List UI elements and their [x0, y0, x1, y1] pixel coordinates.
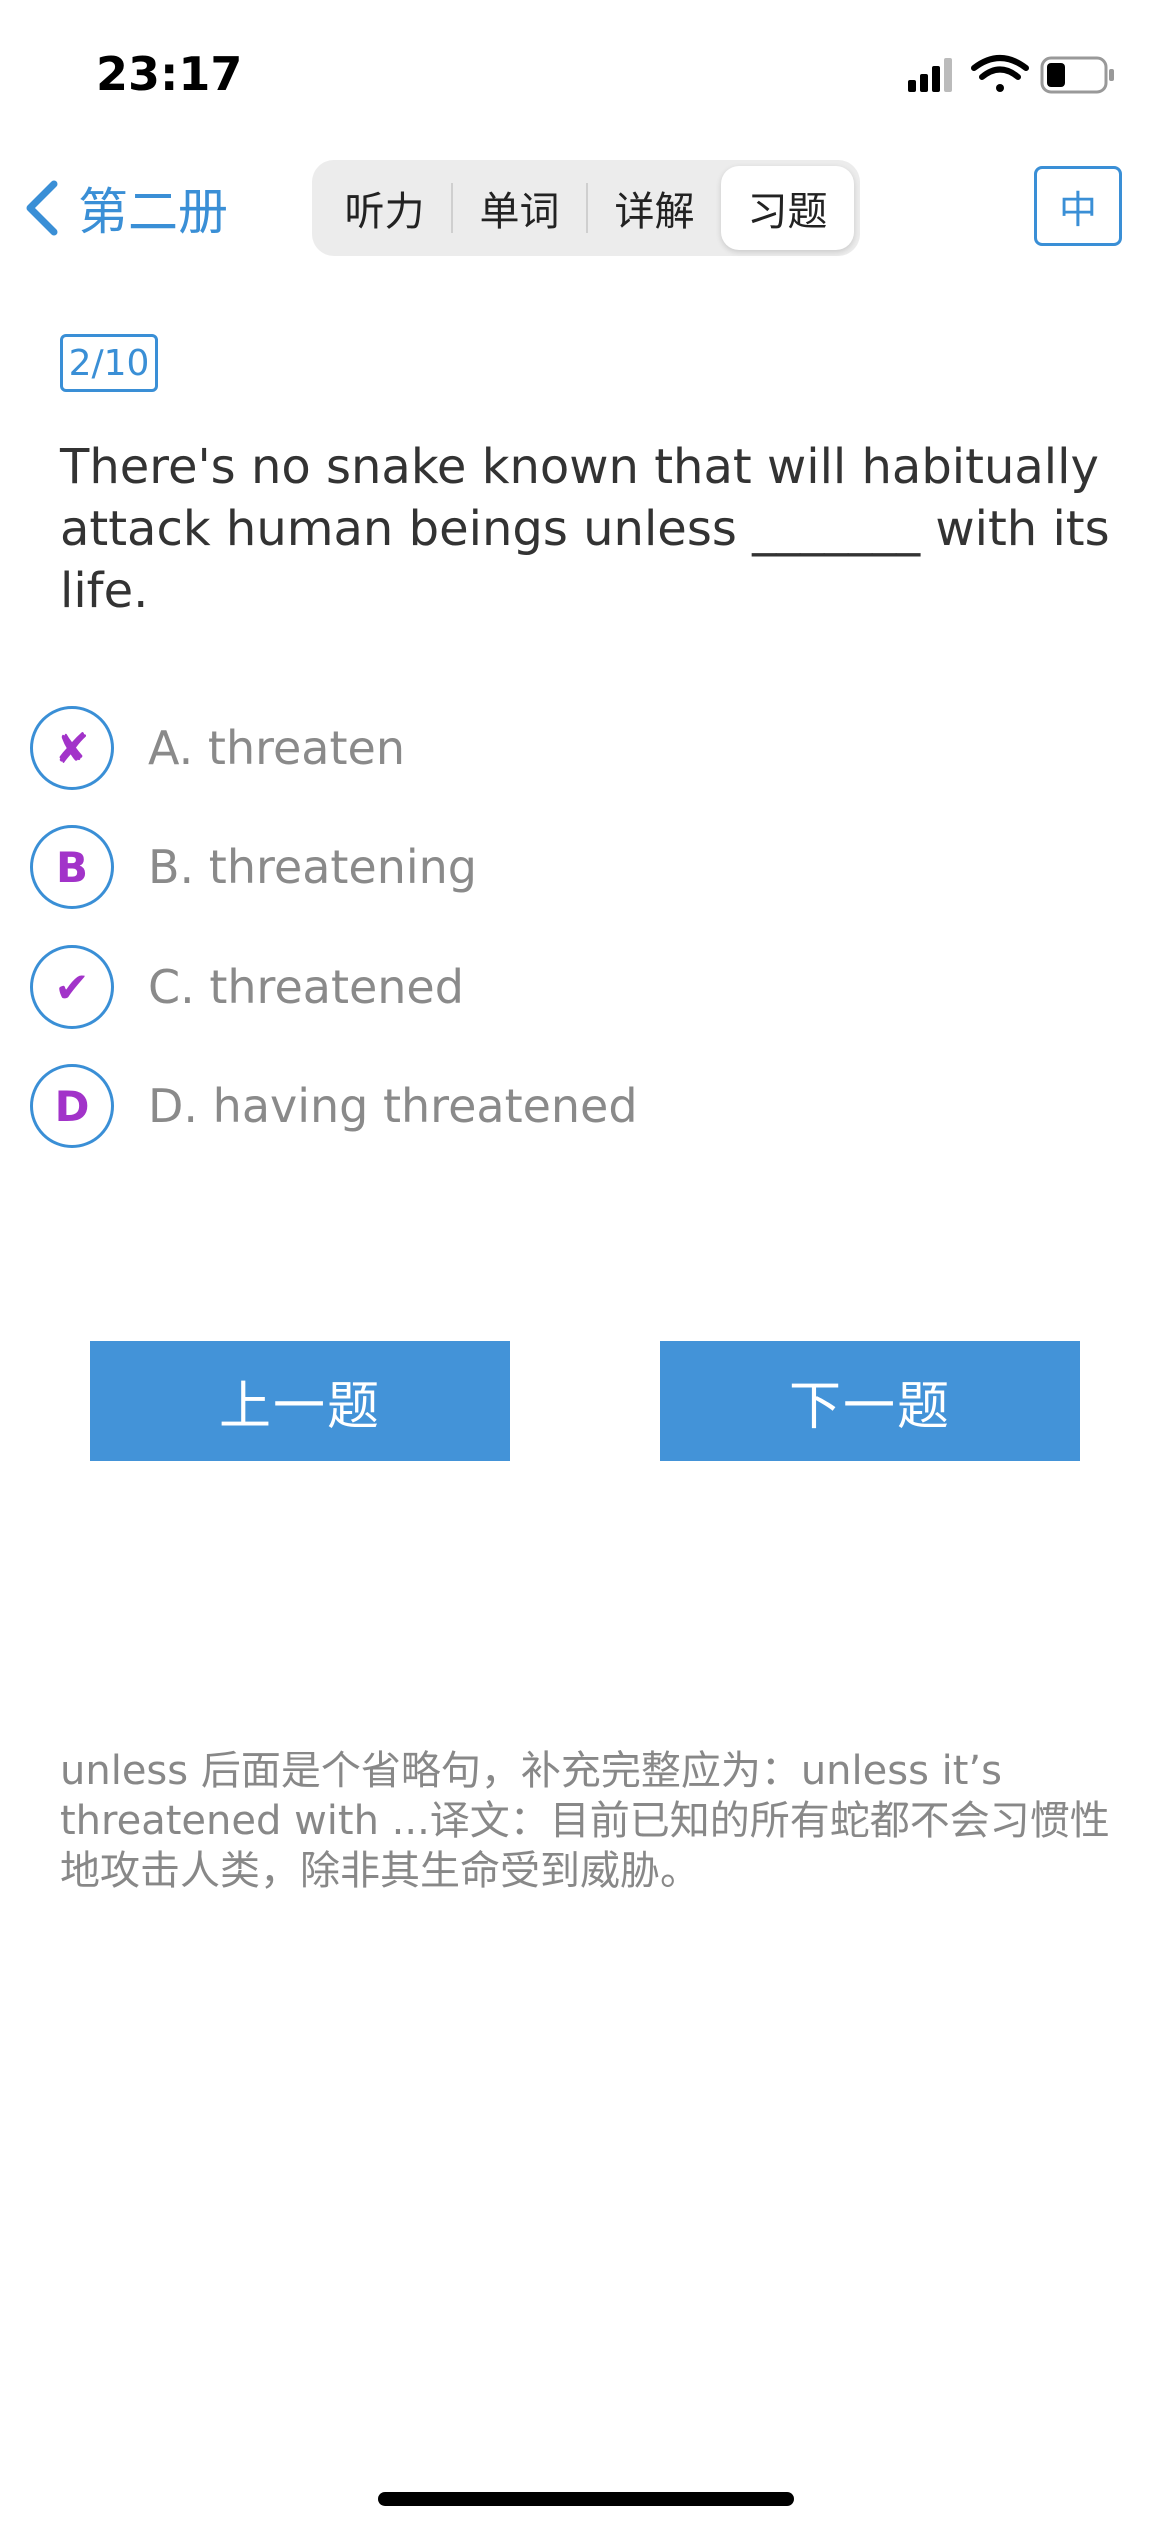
battery-icon [1040, 56, 1114, 94]
language-toggle-button[interactable]: 中 [1034, 166, 1122, 246]
explanation-text: unless 后面是个省略句，补充完整应为：unless it’s threat… [60, 1748, 1110, 1894]
signal-icon [908, 58, 952, 92]
wifi-icon [971, 55, 1029, 92]
tab-exercises[interactable]: 习题 [721, 166, 854, 250]
question-text: There's no snake known that will habitua… [60, 439, 1110, 619]
back-button[interactable]: 第二册 [22, 168, 228, 248]
status-time: 23:17 [96, 47, 243, 101]
option-c-label: C. threatened [148, 960, 464, 1014]
option-a-label: A. threaten [148, 721, 405, 775]
option-d[interactable]: D D. having threatened [30, 1061, 638, 1151]
tab-listening[interactable]: 听力 [318, 166, 451, 250]
check-mark-icon: ✔ [30, 945, 114, 1029]
tab-explanation[interactable]: 详解 [588, 166, 721, 250]
segment-control: 听力 单词 详解 习题 [312, 160, 860, 256]
option-b[interactable]: B B. threatening [30, 822, 477, 912]
chevron-left-icon [26, 180, 58, 236]
question-counter-badge: 2/10 [60, 334, 158, 392]
next-question-button[interactable]: 下一题 [660, 1341, 1080, 1461]
home-indicator[interactable] [378, 2492, 794, 2506]
option-d-label: D. having threatened [148, 1079, 638, 1133]
status-icons [900, 50, 1120, 100]
previous-question-button[interactable]: 上一题 [90, 1341, 510, 1461]
back-label: 第二册 [78, 183, 228, 241]
option-d-marker: D [30, 1064, 114, 1148]
option-b-marker: B [30, 825, 114, 909]
option-c[interactable]: ✔ C. threatened [30, 942, 464, 1032]
option-a[interactable]: ✘ A. threaten [30, 703, 405, 793]
wrong-mark-icon: ✘ [30, 706, 114, 790]
tab-vocabulary[interactable]: 单词 [453, 166, 586, 250]
option-b-label: B. threatening [148, 840, 478, 894]
